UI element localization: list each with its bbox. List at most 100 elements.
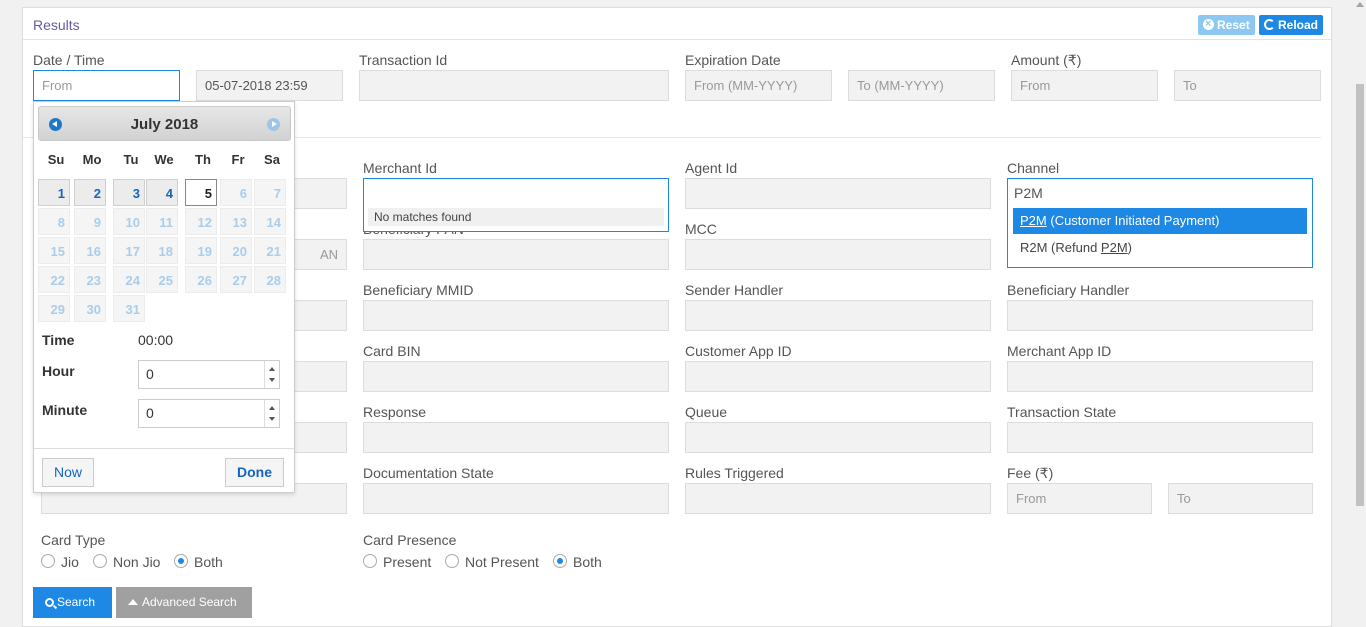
merchant-app-id-input[interactable] (1007, 361, 1313, 392)
card-type-label: Card Type (41, 532, 106, 548)
card-type-both-radio[interactable] (174, 554, 188, 568)
date-time-label: Date / Time (33, 52, 105, 68)
calendar-day: 9 (74, 208, 106, 235)
calendar-day: 11 (146, 208, 178, 235)
channel-dropdown: P2M (Customer Initiated Payment) R2M (Re… (1007, 203, 1313, 268)
calendar-day[interactable]: 1 (38, 179, 70, 206)
card-presence-both-radio[interactable] (553, 554, 567, 568)
fee-from-input[interactable]: From (1007, 483, 1152, 514)
card-type-nonjio-radio[interactable] (93, 554, 107, 568)
beneficiary-handler-label: Beneficiary Handler (1007, 282, 1130, 298)
time-value: 00:00 (138, 332, 174, 348)
calendar-day: 28 (254, 266, 286, 293)
weekday-header: Th (195, 152, 211, 167)
scroll-up-icon[interactable] (1356, 2, 1364, 7)
minute-stepper[interactable]: 0 (138, 399, 280, 428)
calendar-day: 25 (146, 266, 178, 293)
amount-from-input[interactable]: From (1011, 70, 1158, 101)
beneficiary-handler-input[interactable] (1007, 300, 1313, 331)
panel-title: Results (33, 17, 80, 33)
documentation-state-input[interactable] (363, 483, 669, 514)
agent-id-input[interactable] (685, 178, 991, 209)
card-presence-present-label: Present (383, 554, 432, 570)
sender-handler-input[interactable] (685, 300, 991, 331)
expiration-from-input[interactable]: From (MM-YYYY) (685, 70, 832, 101)
calendar-day: 6 (220, 179, 252, 206)
hour-label: Hour (42, 363, 75, 379)
beneficiary-pan-input[interactable] (363, 239, 669, 270)
documentation-state-label: Documentation State (363, 465, 494, 481)
reset-button[interactable]: Reset (1198, 14, 1255, 35)
chevron-up-icon (128, 599, 138, 605)
card-presence-notpresent-radio[interactable] (445, 554, 459, 568)
card-presence-label: Card Presence (363, 532, 457, 548)
calendar-day: 23 (74, 266, 106, 293)
channel-option-p2m-code: P2M (1020, 213, 1047, 228)
channel-option-r2m-code: P2M (1100, 240, 1128, 255)
channel-option-r2m[interactable]: R2M (Refund P2M) (1013, 235, 1307, 261)
expiration-date-label: Expiration Date (685, 52, 781, 68)
reload-label: Reload (1278, 18, 1319, 32)
hour-spinner-arrows-icon[interactable] (264, 361, 279, 388)
calendar-day: 18 (146, 237, 178, 264)
advanced-search-button[interactable]: Advanced Search (116, 587, 252, 618)
date-from-input[interactable]: From (33, 70, 180, 101)
hour-value: 0 (146, 366, 154, 382)
panel-header: Results Reset Reload (23, 8, 1331, 40)
channel-option-p2m[interactable]: P2M (Customer Initiated Payment) (1013, 208, 1307, 234)
no-matches-message: No matches found (368, 208, 664, 226)
card-bin-input[interactable] (363, 361, 669, 392)
now-button[interactable]: Now (42, 458, 94, 487)
next-month-icon[interactable] (267, 118, 280, 131)
transaction-id-input[interactable] (359, 70, 669, 101)
rules-triggered-label: Rules Triggered (685, 465, 784, 481)
calendar-day: 22 (38, 266, 70, 293)
beneficiary-mmid-input[interactable] (363, 300, 669, 331)
datepicker-divider (34, 448, 294, 449)
weekday-header: We (154, 152, 174, 167)
calendar-day[interactable]: 4 (146, 179, 178, 206)
calendar-day: 19 (185, 237, 217, 264)
transaction-state-input[interactable] (1007, 422, 1313, 453)
month-year-title: July 2018 (130, 116, 199, 133)
transaction-state-label: Transaction State (1007, 404, 1117, 420)
mcc-input[interactable] (685, 239, 991, 270)
calendar-day: 30 (74, 295, 106, 322)
card-type-jio-radio[interactable] (41, 554, 55, 568)
calendar-day[interactable]: 5 (185, 179, 217, 206)
response-label: Response (363, 404, 427, 420)
calendar-day: 7 (254, 179, 286, 206)
card-type-nonjio-label: Non Jio (113, 554, 161, 570)
fee-to-input[interactable]: To (1168, 483, 1313, 514)
queue-input[interactable] (685, 422, 991, 453)
card-presence-both-label: Both (573, 554, 602, 570)
calendar-day: 8 (38, 208, 70, 235)
card-presence-present-radio[interactable] (363, 554, 377, 568)
hour-stepper[interactable]: 0 (138, 360, 280, 389)
minute-value: 0 (146, 405, 154, 421)
weekday-header: Mo (82, 152, 102, 167)
calendar-day[interactable]: 2 (74, 179, 106, 206)
calendar-day[interactable]: 3 (113, 179, 145, 206)
done-button[interactable]: Done (225, 458, 284, 487)
scrollbar-thumb[interactable] (1356, 84, 1364, 506)
response-input[interactable] (363, 422, 669, 453)
card-presence-notpresent-label: Not Present (465, 554, 539, 570)
customer-app-id-input[interactable] (685, 361, 991, 392)
calendar-day: 24 (113, 266, 145, 293)
expiration-to-input[interactable]: To (MM-YYYY) (848, 70, 995, 101)
minute-spinner-arrows-icon[interactable] (264, 400, 279, 427)
beneficiary-mmid-label: Beneficiary MMID (363, 282, 474, 298)
calendar-day: 16 (74, 237, 106, 264)
rules-triggered-input[interactable] (685, 483, 991, 514)
amount-to-input[interactable]: To (1174, 70, 1321, 101)
reset-icon (1203, 14, 1214, 34)
reload-button[interactable]: Reload (1259, 15, 1324, 35)
calendar-day: 31 (113, 295, 145, 322)
advanced-search-label: Advanced Search (142, 595, 237, 609)
calendar-day: 14 (254, 208, 286, 235)
calendar-day: 10 (113, 208, 145, 235)
search-button[interactable]: Search (33, 587, 112, 618)
minute-label: Minute (42, 402, 88, 418)
date-to-input[interactable]: 05-07-2018 23:59 (196, 70, 343, 101)
